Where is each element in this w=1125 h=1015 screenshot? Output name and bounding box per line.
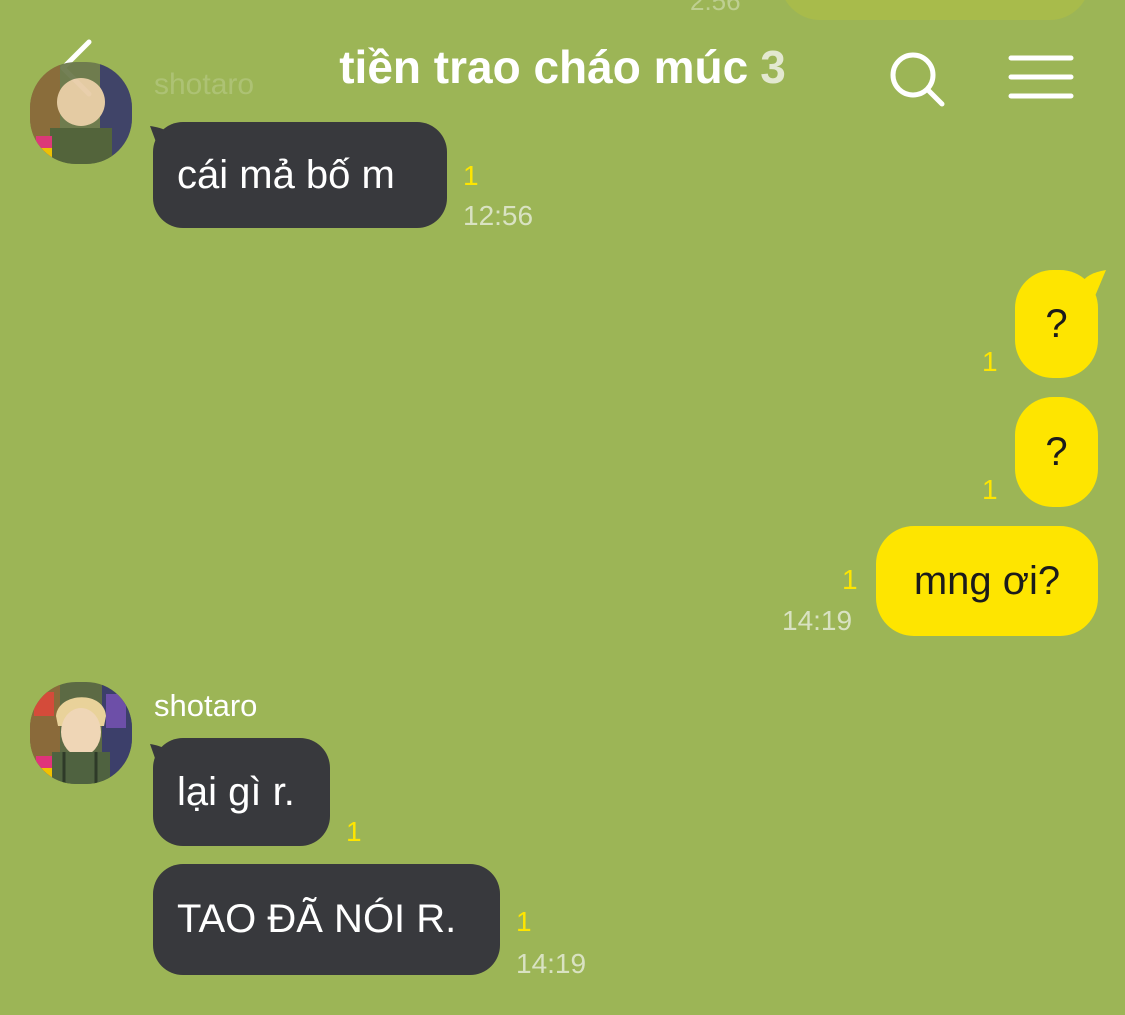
message-time: 14:19 xyxy=(516,948,587,979)
message-bubble[interactable]: mng ơi? xyxy=(876,526,1098,636)
message-bubble[interactable]: TAO ĐÃ NÓI R. xyxy=(153,864,500,975)
unread-count: 1 xyxy=(982,474,998,505)
message-bubble[interactable]: lại gì r. xyxy=(153,738,330,846)
message-time: 12:56 xyxy=(463,200,534,231)
avatar[interactable] xyxy=(30,62,132,164)
ghost-sender-name: shotaro xyxy=(154,68,255,101)
hamburger-menu-icon xyxy=(1008,55,1074,99)
chat-title-text: tiền trao cháo múc xyxy=(339,41,749,93)
previous-message-bubble xyxy=(780,0,1090,20)
unread-count: 1 xyxy=(463,160,479,191)
message-bubble[interactable]: cái mả bố m xyxy=(153,122,447,228)
unread-count: 1 xyxy=(982,346,998,377)
member-count: 3 xyxy=(760,41,786,93)
avatar-image xyxy=(30,682,132,784)
sender-name: shotaro xyxy=(154,688,258,723)
unread-count: 1 xyxy=(346,816,362,847)
message-bubble[interactable]: ? xyxy=(1015,397,1098,507)
avatar-image xyxy=(30,62,132,164)
menu-button[interactable] xyxy=(1008,52,1074,102)
previous-message-time: 2:56 xyxy=(690,0,741,16)
unread-count: 1 xyxy=(842,564,858,595)
message-bubble[interactable]: ? xyxy=(1015,270,1098,378)
search-icon xyxy=(890,52,945,107)
avatar[interactable] xyxy=(30,682,132,784)
search-button[interactable] xyxy=(888,50,948,110)
message-time: 14:19 xyxy=(782,605,853,636)
unread-count: 1 xyxy=(516,906,532,937)
